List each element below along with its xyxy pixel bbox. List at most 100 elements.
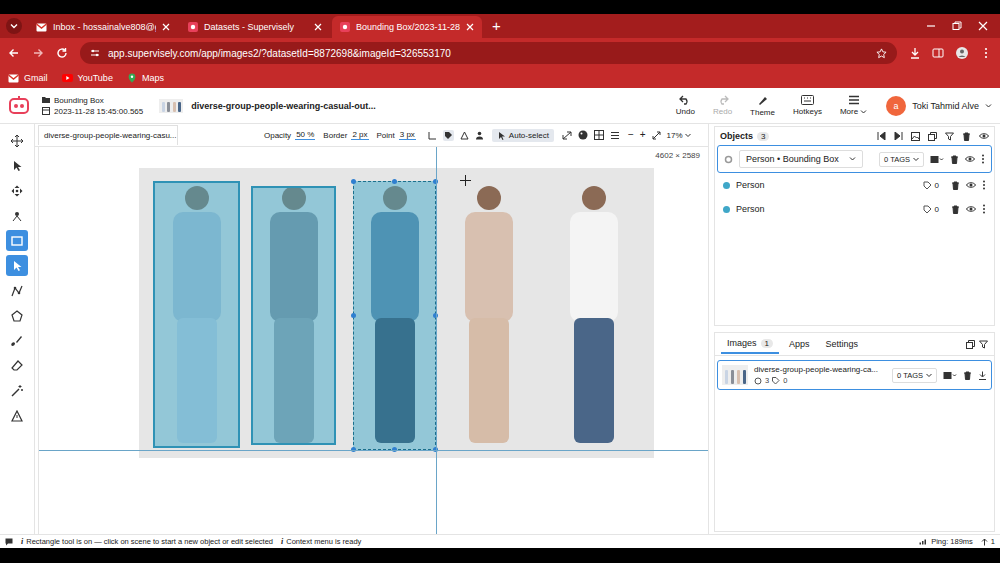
bookmark[interactable]: Maps xyxy=(127,73,164,83)
first-icon[interactable] xyxy=(877,132,886,140)
site-info-icon[interactable] xyxy=(90,48,100,58)
header-action-button[interactable]: Redo xyxy=(708,95,737,116)
copy-icon[interactable] xyxy=(966,340,975,349)
copy-icon[interactable] xyxy=(928,132,937,141)
setting-value[interactable]: 2 px xyxy=(351,130,368,140)
close-icon[interactable] xyxy=(162,23,170,31)
notification-count[interactable]: 1 xyxy=(981,537,995,546)
object-row[interactable]: Person 0 xyxy=(715,173,994,197)
zoom-out-button[interactable]: − xyxy=(628,130,634,140)
tool-button[interactable] xyxy=(6,180,28,201)
new-tab-button[interactable]: + xyxy=(492,18,501,34)
reload-icon[interactable] xyxy=(56,47,68,59)
tag-menu-icon[interactable] xyxy=(930,155,944,164)
bounding-box[interactable] xyxy=(153,181,240,448)
zoom-in-button[interactable]: + xyxy=(640,130,646,140)
tab-search-button[interactable] xyxy=(6,18,22,34)
tool-button[interactable] xyxy=(6,305,28,326)
close-icon[interactable] xyxy=(314,23,322,31)
bookmark[interactable]: YouTube xyxy=(62,73,113,83)
header-action-button[interactable]: More xyxy=(835,95,872,116)
browser-tab[interactable]: Inbox - hossainalve808@gmai xyxy=(28,16,178,38)
fit-icon[interactable] xyxy=(652,131,661,140)
panel-tab[interactable]: Images 1 xyxy=(721,334,779,354)
supervisely-logo-icon[interactable] xyxy=(8,96,30,116)
image-item[interactable]: diverse-group-people-wearing-ca... 3 0 0… xyxy=(717,360,992,390)
object-row[interactable]: Person 0 xyxy=(715,197,994,221)
image-icon[interactable] xyxy=(911,132,920,141)
resize-icon[interactable] xyxy=(562,131,572,140)
filter-icon[interactable] xyxy=(979,340,988,349)
trash-icon[interactable] xyxy=(963,371,972,380)
tool-button[interactable] xyxy=(6,330,28,351)
tool-button[interactable] xyxy=(6,405,28,426)
zoom-dropdown[interactable]: 17% xyxy=(667,131,691,140)
trash-icon[interactable] xyxy=(951,205,960,214)
menu-icon[interactable] xyxy=(980,47,992,59)
project-link[interactable]: Bounding Box xyxy=(42,96,143,105)
tool-button[interactable] xyxy=(6,380,28,401)
sidepanel-icon[interactable] xyxy=(932,47,944,59)
download-icon[interactable] xyxy=(978,371,987,380)
tool-button[interactable] xyxy=(6,255,28,276)
more-vertical-icon[interactable] xyxy=(982,180,986,190)
address-field[interactable]: app.supervisely.com/app/images2/?dataset… xyxy=(80,42,897,64)
close-icon[interactable] xyxy=(466,23,474,31)
header-action-button[interactable]: Theme xyxy=(745,95,780,117)
eye-icon[interactable] xyxy=(965,155,975,163)
auto-select-button[interactable]: Auto-select xyxy=(492,129,554,142)
tool-button[interactable] xyxy=(6,155,28,176)
filter-icon[interactable] xyxy=(945,132,954,141)
class-icon[interactable] xyxy=(460,131,469,140)
user-menu[interactable]: a Toki Tahmid Alve xyxy=(886,96,992,116)
tool-button[interactable] xyxy=(6,130,28,151)
eye-icon[interactable] xyxy=(966,205,976,213)
tag-menu-icon[interactable] xyxy=(943,371,957,380)
tool-button[interactable] xyxy=(6,205,28,226)
star-icon[interactable] xyxy=(876,48,887,59)
download-icon[interactable] xyxy=(909,47,921,59)
tool-button[interactable] xyxy=(6,230,28,251)
bookmark[interactable]: Gmail xyxy=(8,73,48,83)
trash-icon[interactable] xyxy=(951,181,960,190)
back-icon[interactable] xyxy=(8,47,20,59)
palette-icon[interactable] xyxy=(578,130,588,140)
class-dropdown[interactable]: Person • Bounding Box xyxy=(739,150,863,168)
eye-icon[interactable] xyxy=(966,181,976,189)
object-row[interactable]: Person • Bounding Box 0 TAGS xyxy=(717,145,992,173)
bounding-box[interactable] xyxy=(353,181,436,450)
header-action-button[interactable]: Undo xyxy=(671,95,700,116)
browser-tab[interactable]: Datasets - Supervisely xyxy=(180,16,330,38)
tag-icon[interactable] xyxy=(444,131,453,140)
dataset-link[interactable]: 2023-11-28 15:45:00.565 xyxy=(42,107,143,116)
restore-icon[interactable] xyxy=(952,21,962,31)
gear-icon[interactable] xyxy=(724,155,733,164)
scale-icon[interactable] xyxy=(428,131,437,140)
chat-icon[interactable] xyxy=(5,538,13,546)
panel-tab[interactable]: Apps xyxy=(783,335,816,353)
tags-dropdown[interactable]: 0 TAGS xyxy=(892,368,937,383)
setting-value[interactable]: 50 % xyxy=(295,130,315,140)
extension-icon[interactable] xyxy=(955,46,969,60)
last-icon[interactable] xyxy=(894,132,903,140)
browser-tab[interactable]: Bounding Box/2023-11-28 15:4 xyxy=(332,16,482,38)
grid-icon[interactable] xyxy=(594,130,604,140)
setting-value[interactable]: 3 px xyxy=(399,130,416,140)
image-tab[interactable]: diverse-group-people-wearing-casu... xyxy=(38,125,178,145)
trash-icon[interactable] xyxy=(962,132,971,141)
eye-icon[interactable] xyxy=(979,132,989,140)
person-icon[interactable] xyxy=(475,131,484,140)
trash-icon[interactable] xyxy=(950,155,959,164)
bounding-box[interactable] xyxy=(251,186,336,445)
close-icon[interactable] xyxy=(978,21,988,31)
annotation-canvas[interactable]: 4602 × 2589 xyxy=(38,147,708,534)
more-vertical-icon[interactable] xyxy=(981,154,985,164)
panel-tab[interactable]: Settings xyxy=(819,335,864,353)
forward-icon[interactable] xyxy=(32,47,44,59)
header-action-button[interactable]: Hotkeys xyxy=(788,95,827,116)
tool-button[interactable] xyxy=(6,355,28,376)
more-vertical-icon[interactable] xyxy=(982,204,986,214)
list-icon[interactable] xyxy=(610,131,620,140)
tool-button[interactable] xyxy=(6,280,28,301)
tags-dropdown[interactable]: 0 TAGS xyxy=(879,152,924,167)
